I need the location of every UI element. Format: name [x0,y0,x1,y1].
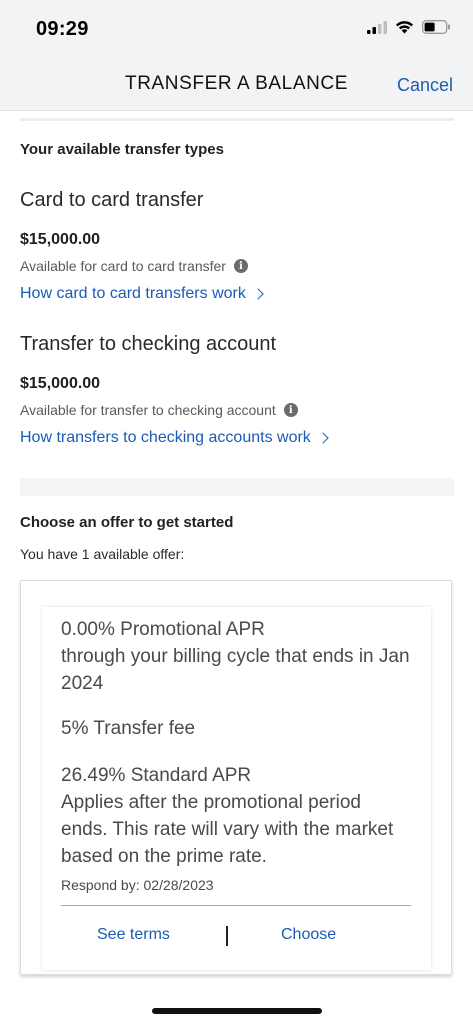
nav-bar: TRANSFER A BALANCE Cancel [0,60,473,111]
chevron-right-icon [252,288,264,300]
cellular-signal-icon [367,20,387,39]
section-divider [20,118,454,121]
transfer-fee: 5% Transfer fee [61,718,196,739]
checking-transfer-info-link[interactable]: How transfers to checking accounts work [20,429,329,447]
card-to-card-title: Card to card transfer [20,189,204,211]
button-separator [226,926,228,946]
checking-transfer-amount: $15,000.00 [20,375,101,392]
see-terms-button[interactable]: See terms [97,926,170,944]
respond-by-date: Respond by: 02/28/2023 [61,877,214,893]
checking-transfer-title: Transfer to checking account [20,333,277,355]
card-to-card-link-text: How card to card transfers work [20,285,246,302]
offer-count-text: You have 1 available offer: [20,546,185,562]
standard-apr-description: Applies after the promotional period end… [61,792,394,867]
status-time: 09:29 [36,18,89,40]
promo-apr-period: through your billing cycle that ends in … [61,646,410,694]
status-icons [367,20,451,39]
card-to-card-available-text: Available for card to card transfer [20,258,226,274]
card-to-card-info-link[interactable]: How card to card transfers work [20,285,264,303]
status-bar: 09:29 [0,0,473,60]
offer-divider [61,905,411,906]
promo-apr-title: 0.00% Promotional APR [61,619,265,640]
card-to-card-amount: $15,000.00 [20,231,101,248]
section-separator [20,478,454,496]
wifi-icon [395,20,414,39]
info-icon[interactable]: i [283,403,298,417]
home-indicator[interactable] [152,1008,322,1014]
checking-transfer-available: Available for transfer to checking accou… [20,402,298,418]
checking-transfer-available-text: Available for transfer to checking accou… [20,402,276,418]
standard-apr-title: 26.49% Standard APR [61,765,252,786]
choose-offer-button[interactable]: Choose [281,926,336,944]
card-to-card-available: Available for card to card transfer i [20,258,248,274]
offers-heading: Choose an offer to get started [20,514,234,531]
chevron-right-icon [317,432,329,444]
transfer-types-heading: Your available transfer types [20,141,224,158]
info-icon[interactable]: i [233,259,248,273]
cancel-button[interactable]: Cancel [397,75,453,96]
checking-transfer-link-text: How transfers to checking accounts work [20,429,311,446]
battery-icon [422,20,451,39]
